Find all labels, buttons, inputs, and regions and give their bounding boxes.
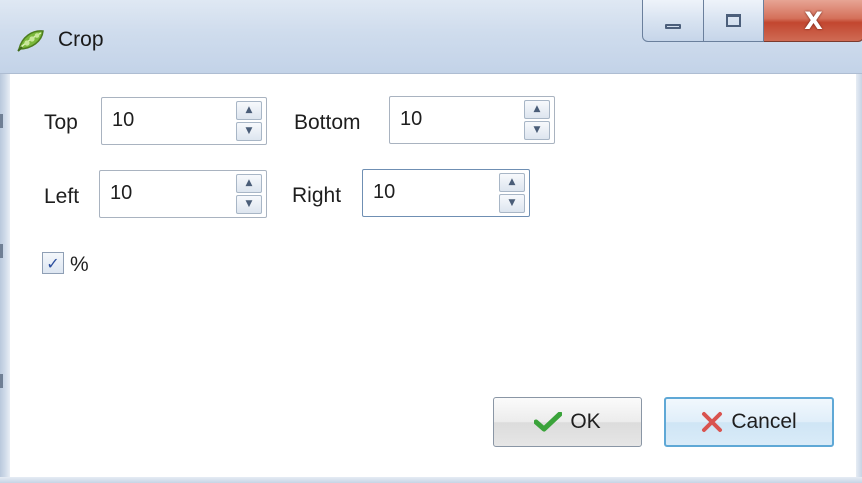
percent-checkbox[interactable]: ✓ [42, 252, 64, 274]
window-frame-right [856, 74, 862, 483]
close-button[interactable]: X [764, 0, 862, 42]
spin-up-icon[interactable]: ▲ [524, 100, 550, 119]
checkmark-icon [534, 412, 563, 432]
percent-label: % [70, 253, 89, 276]
right-spinbox[interactable]: 10 ▲ ▼ [362, 169, 530, 217]
left-value[interactable]: 10 [110, 182, 132, 205]
window-controls: X [642, 0, 862, 42]
left-label: Left [44, 185, 80, 208]
spin-up-icon[interactable]: ▲ [236, 174, 262, 193]
maximize-icon [726, 14, 741, 27]
spin-up-icon[interactable]: ▲ [499, 173, 525, 192]
checkmark-icon: ✓ [46, 253, 60, 273]
x-icon [702, 412, 723, 432]
title-bar[interactable]: Crop X [0, 0, 862, 74]
bottom-spin-arrows: ▲ ▼ [524, 100, 550, 140]
spin-down-icon[interactable]: ▼ [236, 122, 262, 141]
spin-down-icon[interactable]: ▼ [499, 194, 525, 213]
pea-pod-icon [17, 30, 44, 52]
right-value[interactable]: 10 [373, 181, 395, 204]
minimize-icon [665, 24, 681, 29]
cancel-button-label: Cancel [731, 410, 797, 433]
spin-up-icon[interactable]: ▲ [236, 101, 262, 120]
left-spin-arrows: ▲ ▼ [236, 174, 262, 214]
window-frame-left [0, 74, 10, 483]
bottom-spinbox[interactable]: 10 ▲ ▼ [389, 96, 555, 144]
bottom-value[interactable]: 10 [400, 108, 422, 131]
window-title: Crop [58, 28, 104, 51]
right-spin-arrows: ▲ ▼ [499, 173, 525, 213]
top-value[interactable]: 10 [112, 109, 134, 132]
close-icon: X [804, 6, 823, 35]
top-spinbox[interactable]: 10 ▲ ▼ [101, 97, 267, 145]
top-spin-arrows: ▲ ▼ [236, 101, 262, 141]
cancel-button[interactable]: Cancel [664, 397, 834, 447]
crop-dialog-window: Crop X Top 10 ▲ ▼ Bottom 10 ▲ ▼ Left 10 … [0, 0, 862, 483]
bottom-label: Bottom [294, 111, 361, 134]
left-spinbox[interactable]: 10 ▲ ▼ [99, 170, 267, 218]
ok-button[interactable]: OK [493, 397, 642, 447]
minimize-button[interactable] [642, 0, 704, 42]
ok-button-label: OK [570, 410, 601, 433]
spin-down-icon[interactable]: ▼ [524, 121, 550, 140]
maximize-button[interactable] [704, 0, 764, 42]
right-label: Right [292, 184, 342, 207]
window-frame-bottom [0, 477, 862, 483]
spin-down-icon[interactable]: ▼ [236, 195, 262, 214]
top-label: Top [44, 111, 78, 134]
